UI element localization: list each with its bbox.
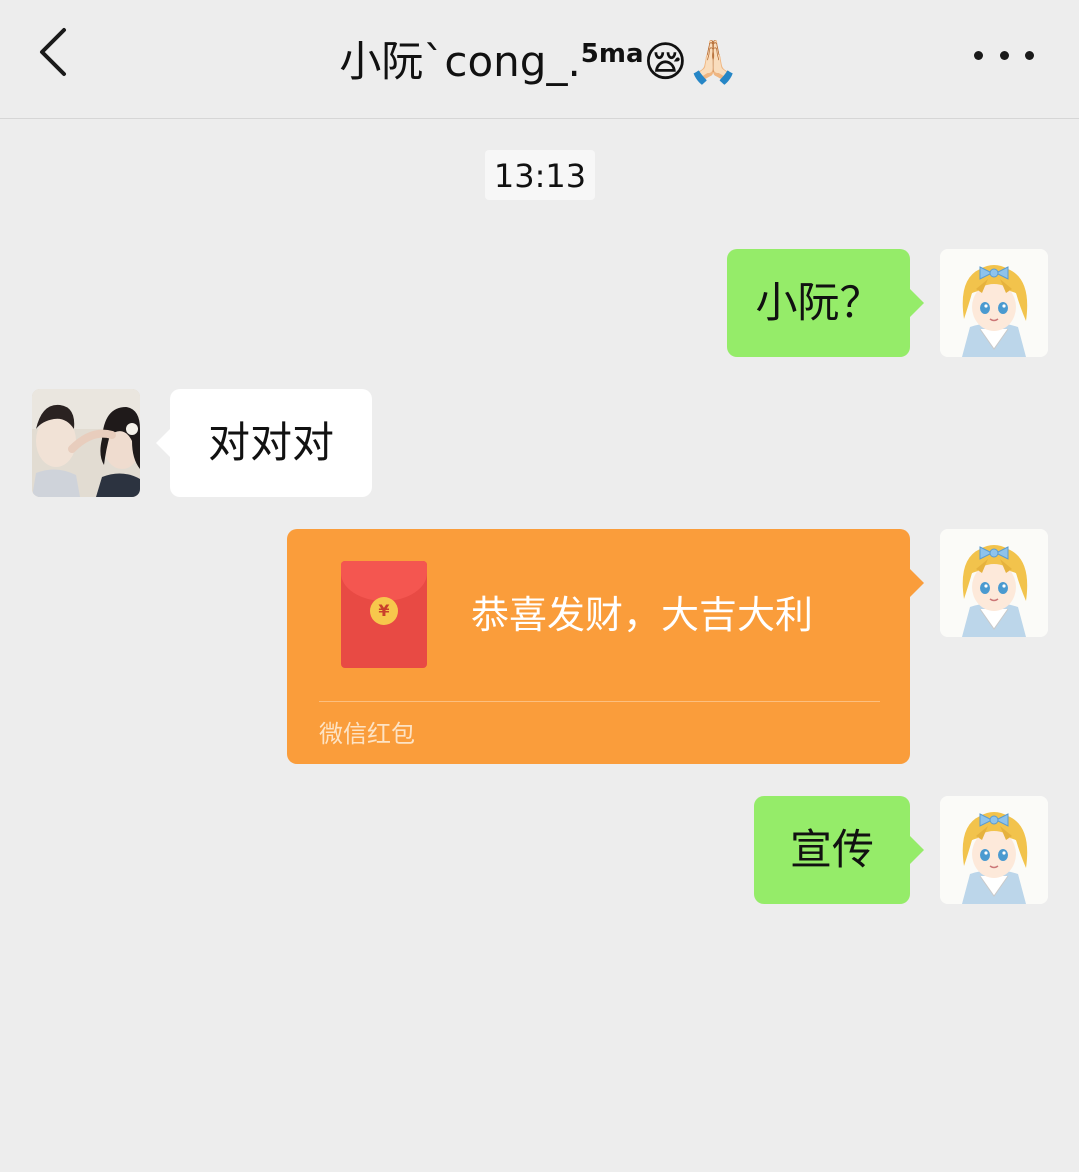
chat-screen: 小阮`cong_.5ma😪🙏🏻 13:13 小阮？ 对对对 ¥ 恭喜发财，大吉大… (0, 0, 1079, 1172)
anime-girl-avatar-icon (940, 796, 1048, 904)
chat-header: 小阮`cong_.5ma😪🙏🏻 (0, 0, 1079, 119)
more-options-button[interactable] (974, 40, 1034, 70)
message-bubble-self[interactable]: 宣传 (754, 796, 924, 904)
message-bubble-self[interactable]: 小阮？ (727, 249, 924, 357)
chat-title-name: 小阮`cong_. (339, 37, 581, 86)
red-packet-label: 微信红包 (319, 720, 415, 748)
avatar-self[interactable] (940, 529, 1048, 637)
avatar-other[interactable] (32, 389, 140, 497)
red-envelope-icon: ¥ (341, 561, 427, 668)
red-packet-divider (319, 701, 880, 702)
message-text: 小阮？ (755, 278, 882, 327)
message-bubble-other[interactable]: 对对对 (156, 389, 372, 497)
message-timestamp: 13:13 (485, 150, 595, 200)
chat-title: 小阮`cong_.5ma😪🙏🏻 (0, 24, 1079, 92)
more-dots-icon (974, 50, 983, 60)
chat-title-emoji: 😪🙏🏻 (643, 37, 740, 86)
red-packet-greeting: 恭喜发财，大吉大利 (471, 593, 814, 637)
anime-girl-avatar-icon (940, 529, 1048, 637)
coin-icon: ¥ (370, 597, 398, 625)
message-text: 对对对 (207, 418, 334, 467)
message-text: 宣传 (789, 825, 874, 874)
anime-girl-avatar-icon (940, 249, 1048, 357)
red-packet-message[interactable]: ¥ 恭喜发财，大吉大利 微信红包 (287, 529, 924, 764)
avatar-self[interactable] (940, 249, 1048, 357)
photo-avatar-icon (32, 389, 140, 497)
chat-title-superscript: 5ma (580, 39, 644, 69)
avatar-self[interactable] (940, 796, 1048, 904)
